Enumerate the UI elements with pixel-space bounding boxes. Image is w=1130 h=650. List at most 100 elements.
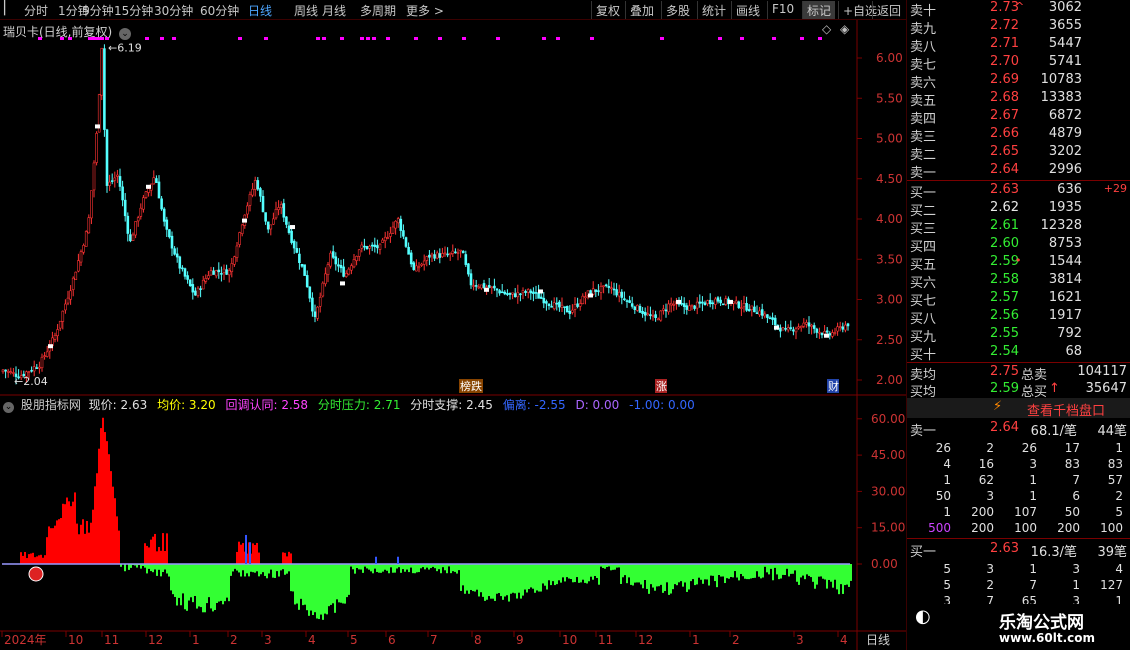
menu-icon[interactable]: ▏ bbox=[4, 1, 14, 16]
bull-bar bbox=[50, 528, 52, 564]
signal-marker bbox=[242, 218, 247, 223]
period-tab-9[interactable]: 多周期 bbox=[360, 2, 396, 19]
toolbar-btn-8[interactable]: 返回 bbox=[872, 1, 905, 19]
bear-bar bbox=[302, 564, 304, 606]
ask-row[interactable]: 卖十 2.73 3062 ^ bbox=[907, 0, 1130, 19]
bear-bar bbox=[778, 564, 780, 580]
bid-row[interactable]: 买三 2.61 12328 bbox=[907, 218, 1130, 237]
bid-row[interactable]: 买八 2.56 1917 bbox=[907, 308, 1130, 327]
period-tab-3[interactable]: 15分钟 bbox=[114, 2, 153, 19]
candle-body bbox=[420, 263, 423, 266]
ask-row[interactable]: 卖九 2.72 3655 bbox=[907, 18, 1130, 37]
order-grid-row: 1 200 107 50 5 bbox=[907, 505, 1130, 521]
candle-body bbox=[84, 231, 88, 247]
bid-row[interactable]: 买六 2.58 3814 bbox=[907, 272, 1130, 291]
diamond-icon[interactable]: ◇ bbox=[822, 22, 832, 36]
kline-chart-area[interactable]: 6.00 5.50 5.00 4.50 4.00 3.50 3.00 2.50 2.00 60.0… bbox=[0, 20, 906, 650]
candle-body bbox=[290, 230, 293, 243]
avg-price: 2.75 bbox=[990, 364, 1019, 379]
bull-bar bbox=[34, 557, 36, 564]
candle-body bbox=[329, 252, 332, 267]
ask-price: 2.73 bbox=[990, 0, 1019, 15]
toolbar-btn-6[interactable]: 标记 bbox=[802, 1, 836, 19]
bull-bar bbox=[146, 545, 148, 564]
candle-body bbox=[409, 252, 413, 265]
toolbar-btn-4[interactable]: 画线 bbox=[731, 1, 764, 19]
bull-bar bbox=[110, 471, 112, 564]
bear-bar bbox=[802, 564, 804, 576]
candle-body bbox=[155, 178, 158, 183]
candle-body bbox=[719, 299, 722, 304]
ask-row[interactable]: 卖四 2.67 6872 bbox=[907, 108, 1130, 127]
toolbar-btn-1[interactable]: 叠加 bbox=[625, 1, 658, 19]
bear-bar bbox=[808, 564, 810, 576]
price-tick-label: 4.50 bbox=[876, 172, 903, 186]
period-tab-8[interactable]: 月线 bbox=[322, 2, 346, 19]
bid-price: 2.55 bbox=[990, 326, 1019, 341]
candle-body bbox=[542, 297, 546, 304]
bid-row[interactable]: 买十 2.54 68 bbox=[907, 344, 1130, 363]
bull-bar bbox=[92, 509, 94, 564]
bear-bar bbox=[672, 564, 674, 590]
candle-body bbox=[831, 332, 834, 337]
bear-bar bbox=[806, 564, 808, 575]
indicator-name[interactable]: 股朋指标网 bbox=[21, 398, 81, 412]
alert-icon[interactable] bbox=[28, 566, 44, 582]
bear-bar bbox=[726, 564, 728, 579]
bear-bar bbox=[394, 564, 396, 573]
bear-bar bbox=[472, 564, 474, 592]
bid-row[interactable]: 买五 2.59 1544 • bbox=[907, 254, 1130, 273]
candle-body bbox=[365, 246, 369, 250]
period-tab-6[interactable]: 日线 bbox=[248, 2, 272, 19]
bid-row[interactable]: 买四 2.60 8753 bbox=[907, 236, 1130, 255]
ask-row[interactable]: 卖七 2.70 5741 bbox=[907, 54, 1130, 73]
period-tab-4[interactable]: 30分钟 bbox=[154, 2, 193, 19]
candle-body bbox=[350, 265, 353, 271]
candle-body bbox=[126, 215, 130, 234]
bull-bar bbox=[158, 546, 160, 564]
bull-bar bbox=[42, 557, 44, 564]
detail-book-button[interactable]: ⚡ 查看千档盘口 bbox=[907, 398, 1130, 419]
period-tab-10[interactable]: 更多 > bbox=[406, 2, 444, 19]
bear-bar bbox=[762, 564, 764, 578]
chart-canvas[interactable]: 6.005.505.004.504.003.503.002.502.0060.0… bbox=[0, 20, 906, 650]
bid-row[interactable]: 买九 2.55 792 bbox=[907, 326, 1130, 345]
period-tab-7[interactable]: 周线 bbox=[294, 2, 318, 19]
ask-row[interactable]: 卖五 2.68 13383 bbox=[907, 90, 1130, 109]
indicator-toggle-icon[interactable]: ⌄ bbox=[3, 402, 14, 413]
toolbar-btn-2[interactable]: 多股 bbox=[661, 1, 694, 19]
candle-body bbox=[92, 162, 96, 191]
bid-price: 2.59 bbox=[990, 254, 1019, 269]
candle-body bbox=[292, 240, 296, 249]
purple-dot bbox=[372, 37, 376, 40]
period-tab-0[interactable]: 分时 bbox=[24, 2, 48, 19]
bear-bar bbox=[216, 564, 218, 604]
bear-bar bbox=[660, 564, 662, 585]
period-tab-2[interactable]: 5分钟 bbox=[82, 2, 114, 19]
ask-row[interactable]: 卖二 2.65 3202 bbox=[907, 144, 1130, 163]
ask-row[interactable]: 卖八 2.71 5447 bbox=[907, 36, 1130, 55]
chart-title: 瑞贝卡(日线,前复权) ⌄ bbox=[3, 23, 132, 40]
candle-body bbox=[370, 244, 374, 247]
bid-row[interactable]: 买二 2.62 1935 bbox=[907, 200, 1130, 219]
bull-bar bbox=[54, 525, 56, 564]
bear-bar bbox=[652, 564, 654, 588]
bid-row[interactable]: 买七 2.57 1621 bbox=[907, 290, 1130, 309]
period-tab-5[interactable]: 60分钟 bbox=[200, 2, 239, 19]
candle-body bbox=[191, 284, 195, 293]
candle-body bbox=[334, 256, 338, 265]
ask-row[interactable]: 卖六 2.69 10783 bbox=[907, 72, 1130, 91]
toolbar-btn-3[interactable]: 统计 bbox=[697, 1, 730, 19]
bear-bar bbox=[294, 564, 296, 605]
bid-row[interactable]: 买一 2.63 636 +29 bbox=[907, 182, 1130, 201]
candle-body bbox=[214, 270, 218, 277]
ask-row[interactable]: 卖三 2.66 4879 bbox=[907, 126, 1130, 145]
bear-bar bbox=[474, 564, 476, 592]
chevron-down-icon[interactable]: ⌄ bbox=[119, 28, 132, 40]
toolbar-btn-0[interactable]: 复权 bbox=[591, 1, 624, 19]
candle-body bbox=[716, 297, 720, 302]
toolbar-btn-5[interactable]: F10 bbox=[767, 1, 798, 19]
bear-bar bbox=[748, 564, 750, 580]
ask-row[interactable]: 卖一 2.64 2996 bbox=[907, 162, 1130, 181]
settings-icon[interactable]: ◈ bbox=[840, 22, 850, 36]
